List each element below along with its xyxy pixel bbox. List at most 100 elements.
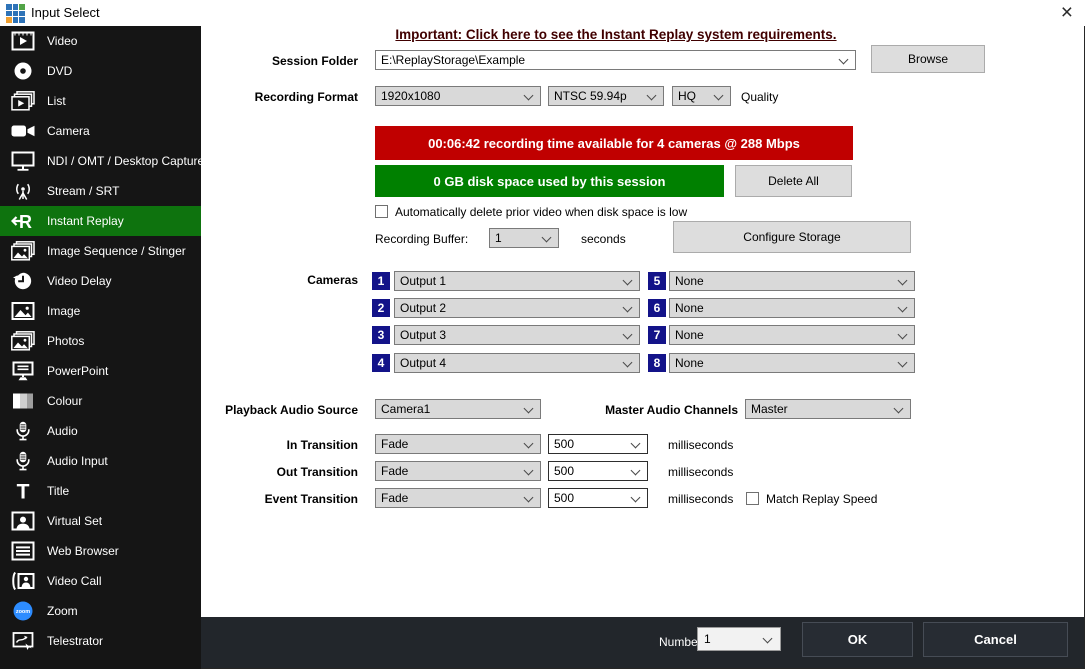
sidebar-item-audio[interactable]: Audio [0, 416, 201, 446]
disk-space-banner: 0 GB disk space used by this session [375, 165, 724, 197]
playback-audio-source-label: Playback Audio Source [201, 403, 358, 417]
sidebar-item-label: List [47, 94, 66, 108]
match-replay-speed-label: Match Replay Speed [766, 492, 877, 506]
camera-number-badge: 4 [372, 354, 390, 372]
svg-text:R: R [19, 212, 32, 231]
sidebar-item-label: Camera [47, 124, 90, 138]
call-person-icon [10, 571, 36, 591]
configure-storage-button[interactable]: Configure Storage [673, 221, 911, 253]
cancel-button[interactable]: Cancel [923, 622, 1068, 657]
camera-number-badge: 1 [372, 272, 390, 290]
camera-8-combobox[interactable]: None [669, 353, 915, 373]
resolution-combobox[interactable]: 1920x1080 [375, 86, 541, 106]
sidebar-item-label: Photos [47, 334, 84, 348]
letter-t-icon: T [10, 481, 36, 501]
in-transition-duration-combobox[interactable]: 500 [548, 434, 648, 454]
zoom-circle-icon: zoom [10, 601, 36, 621]
event-transition-duration-combobox[interactable]: 500 [548, 488, 648, 508]
sidebar-item-label: Title [47, 484, 69, 498]
session-folder-combobox[interactable]: E:\ReplayStorage\Example [375, 50, 856, 70]
quality-combobox[interactable]: HQ [672, 86, 731, 106]
sidebar-item-dvd[interactable]: DVD [0, 56, 201, 86]
window-title: Input Select [31, 5, 100, 20]
close-icon[interactable]: × [1061, 0, 1073, 26]
sidebar-item-label: Stream / SRT [47, 184, 119, 198]
sidebar-item-camera[interactable]: Camera [0, 116, 201, 146]
auto-delete-checkbox[interactable] [375, 205, 388, 218]
sidebar-item-telestrator[interactable]: Telestrator [0, 626, 201, 656]
master-audio-channels-label: Master Audio Channels [551, 403, 738, 417]
vmix-logo-icon [6, 4, 25, 23]
stacked-play-icon [10, 91, 36, 111]
sidebar-item-video-call[interactable]: Video Call [0, 566, 201, 596]
sidebar-item-ndi[interactable]: NDI / OMT / Desktop Capture [0, 146, 201, 176]
out-transition-unit: milliseconds [668, 465, 733, 479]
frame-rate-combobox[interactable]: NTSC 59.94p [548, 86, 664, 106]
camera-number-badge: 8 [648, 354, 666, 372]
camera-7-combobox[interactable]: None [669, 325, 915, 345]
photo-stack-icon [10, 241, 36, 261]
sidebar-item-audio-input[interactable]: Audio Input [0, 446, 201, 476]
sidebar-item-list[interactable]: List [0, 86, 201, 116]
system-requirements-link[interactable]: Important: Click here to see the Instant… [321, 27, 911, 42]
event-transition-effect-combobox[interactable]: Fade [375, 488, 541, 508]
sidebar-item-virtual-set[interactable]: Virtual Set [0, 506, 201, 536]
sidebar-item-title[interactable]: T Title [0, 476, 201, 506]
event-transition-unit: milliseconds [668, 492, 733, 506]
camera-3-combobox[interactable]: Output 3 [394, 325, 640, 345]
number-combobox[interactable]: 1 [697, 627, 781, 651]
camera-5-combobox[interactable]: None [669, 271, 915, 291]
svg-text:T: T [17, 481, 30, 501]
out-transition-duration-combobox[interactable]: 500 [548, 461, 648, 481]
event-transition-label: Event Transition [201, 492, 358, 506]
sidebar-item-image[interactable]: Image [0, 296, 201, 326]
sidebar-item-colour[interactable]: Colour [0, 386, 201, 416]
session-folder-label: Session Folder [201, 54, 358, 68]
sidebar-item-photos[interactable]: Photos [0, 326, 201, 356]
in-transition-effect-combobox[interactable]: Fade [375, 434, 541, 454]
camera-4-combobox[interactable]: Output 4 [394, 353, 640, 373]
sidebar-item-label: Virtual Set [47, 514, 102, 528]
scribble-screen-icon [10, 631, 36, 651]
in-transition-unit: milliseconds [668, 438, 733, 452]
playback-audio-source-combobox[interactable]: Camera1 [375, 399, 541, 419]
input-select-window: Input Select × Video DVD List Camera NDI… [0, 0, 1085, 669]
sidebar-item-label: Colour [47, 394, 82, 408]
sidebar-item-label: Video Delay [47, 274, 112, 288]
recording-format-label: Recording Format [201, 90, 358, 104]
person-frame-icon [10, 511, 36, 531]
sidebar-item-video[interactable]: Video [0, 26, 201, 56]
in-transition-label: In Transition [201, 438, 358, 452]
sidebar-item-image-sequence[interactable]: Image Sequence / Stinger [0, 236, 201, 266]
sidebar-item-video-delay[interactable]: Video Delay [0, 266, 201, 296]
sidebar-item-label: DVD [47, 64, 72, 78]
sidebar-item-powerpoint[interactable]: PowerPoint [0, 356, 201, 386]
sidebar-item-stream[interactable]: Stream / SRT [0, 176, 201, 206]
antenna-icon [10, 181, 36, 201]
sidebar-item-label: Web Browser [47, 544, 119, 558]
master-audio-channels-combobox[interactable]: Master [745, 399, 911, 419]
ok-button[interactable]: OK [802, 622, 913, 657]
photo-stack-icon [10, 331, 36, 351]
recording-buffer-unit: seconds [581, 232, 626, 246]
delete-all-button[interactable]: Delete All [735, 165, 852, 197]
match-replay-speed-checkbox[interactable] [746, 492, 759, 505]
sidebar-item-web-browser[interactable]: Web Browser [0, 536, 201, 566]
disc-icon [10, 61, 36, 81]
sidebar-item-label: Audio Input [47, 454, 108, 468]
camera-number-badge: 2 [372, 299, 390, 317]
camera-6-combobox[interactable]: None [669, 298, 915, 318]
recording-buffer-combobox[interactable]: 1 [489, 228, 559, 248]
sidebar-item-zoom[interactable]: zoom Zoom [0, 596, 201, 626]
browse-button[interactable]: Browse [871, 45, 985, 73]
camera-number-badge: 5 [648, 272, 666, 290]
dialog-footer: Number 1 OK Cancel [201, 617, 1084, 668]
instant-replay-panel: Important: Click here to see the Instant… [201, 26, 1084, 617]
camera-2-combobox[interactable]: Output 2 [394, 298, 640, 318]
image-icon [10, 301, 36, 321]
out-transition-effect-combobox[interactable]: Fade [375, 461, 541, 481]
out-transition-label: Out Transition [201, 465, 358, 479]
recording-buffer-label: Recording Buffer: [375, 232, 468, 246]
sidebar-item-instant-replay[interactable]: R Instant Replay [0, 206, 201, 236]
camera-1-combobox[interactable]: Output 1 [394, 271, 640, 291]
